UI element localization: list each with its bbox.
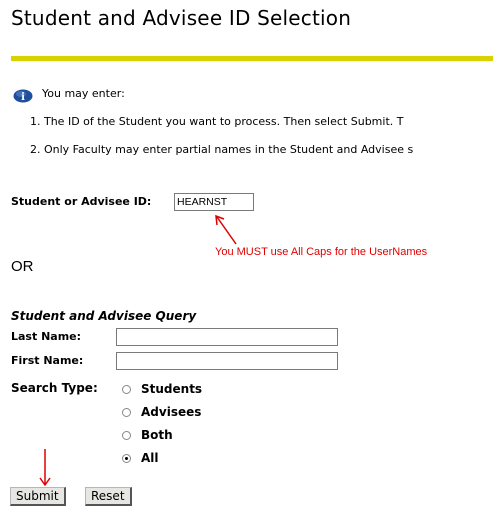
radio-label: All: [141, 451, 159, 465]
radio-option-all[interactable]: All: [122, 451, 159, 465]
radio-button[interactable]: [122, 430, 131, 440]
annotation-arrow-submit: [39, 449, 51, 487]
title-divider: [11, 56, 493, 61]
info-intro: You may enter:: [42, 87, 125, 100]
info-icon: i: [13, 89, 33, 103]
first-name-label: First Name:: [11, 354, 84, 367]
last-name-label: Last Name:: [11, 330, 82, 343]
student-id-label: Student or Advisee ID:: [11, 195, 152, 208]
radio-label: Students: [141, 382, 203, 396]
page-title: Student and Advisee ID Selection: [11, 6, 352, 30]
radio-option-students[interactable]: Students: [122, 382, 202, 396]
radio-label: Both: [141, 428, 173, 442]
instruction-item-2: 2. Only Faculty may enter partial names …: [30, 143, 414, 156]
radio-button[interactable]: [122, 407, 131, 417]
or-separator: OR: [11, 258, 34, 275]
caps-note: You MUST use All Caps for the UserNames: [215, 246, 428, 258]
instruction-item-1: 1. The ID of the Student you want to pro…: [30, 115, 404, 128]
reset-button[interactable]: Reset: [85, 487, 132, 506]
radio-option-both[interactable]: Both: [122, 428, 173, 442]
svg-text:i: i: [21, 92, 25, 103]
search-type-label: Search Type:: [11, 381, 98, 395]
radio-button-selected[interactable]: [122, 453, 131, 463]
radio-button[interactable]: [122, 384, 131, 394]
submit-button[interactable]: Submit: [10, 487, 66, 506]
first-name-input[interactable]: [116, 352, 338, 370]
query-section-title: Student and Advisee Query: [11, 309, 197, 323]
radio-label: Advisees: [141, 405, 202, 419]
last-name-input[interactable]: [116, 328, 338, 346]
student-id-input[interactable]: [174, 193, 254, 211]
radio-option-advisees[interactable]: Advisees: [122, 405, 201, 419]
